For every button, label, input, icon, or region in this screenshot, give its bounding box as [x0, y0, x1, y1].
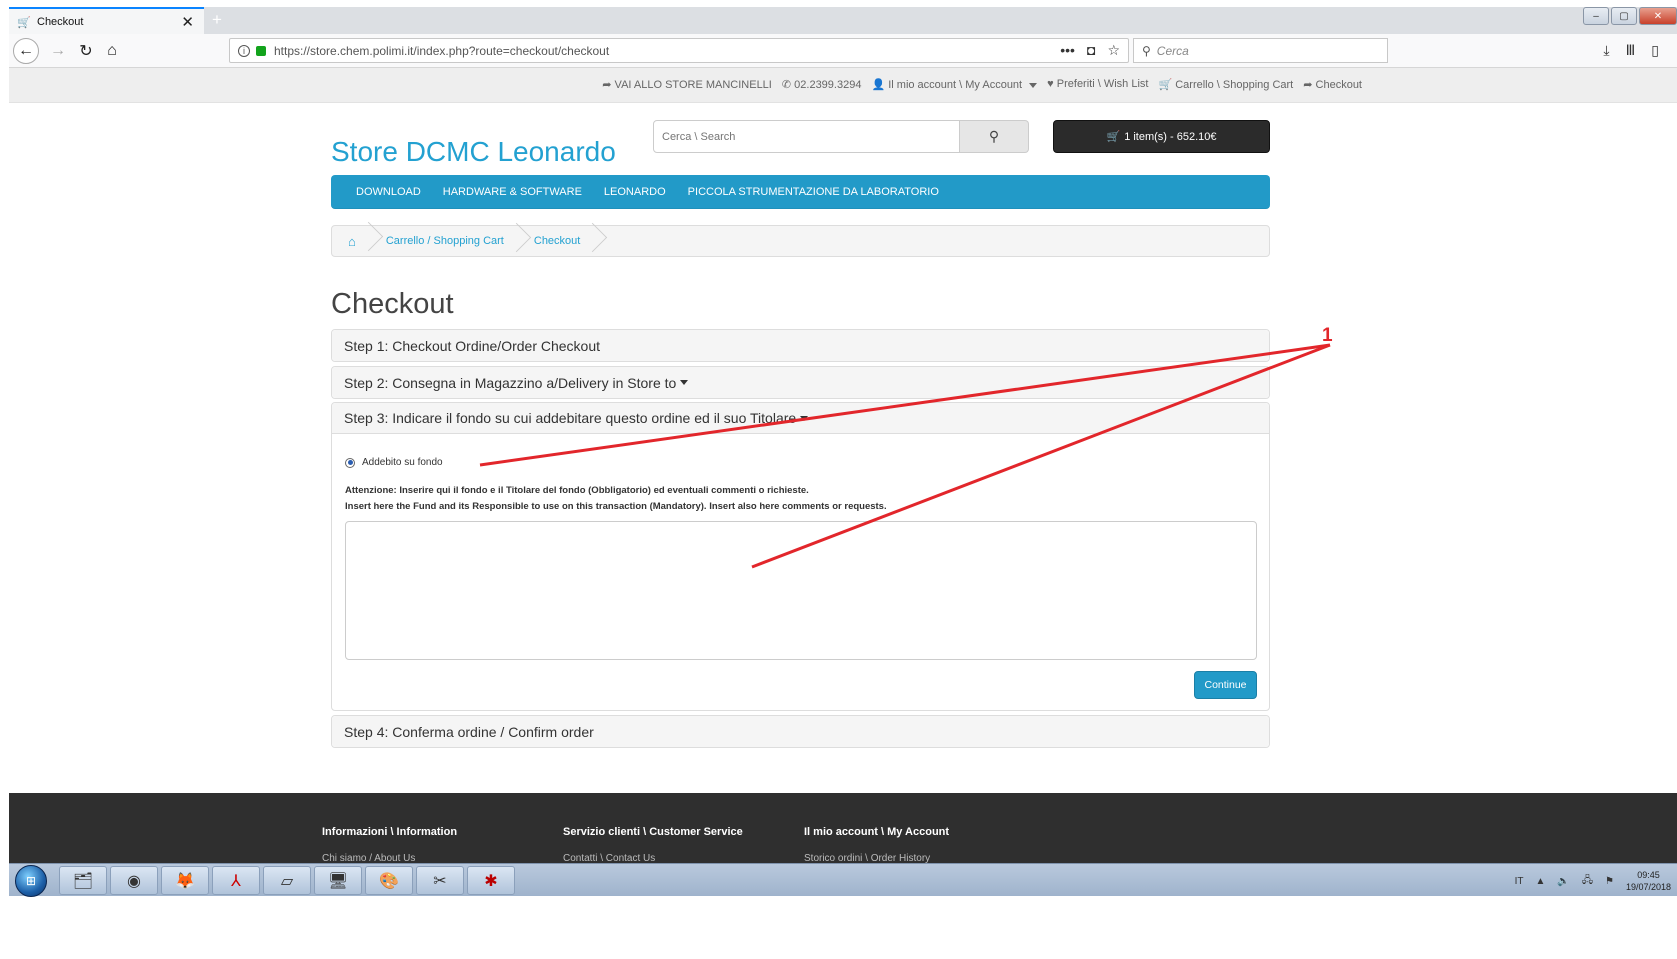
step3-panel: Step 3: Indicare il fondo su cui addebit… — [331, 402, 1270, 711]
footer-col-my-account: Il mio account \ My Account Storico ordi… — [804, 826, 949, 866]
remote-desktop-taskbar-icon[interactable]: 🖥 — [314, 866, 362, 895]
notice-line-2: Insert here the Fund and its Responsible… — [345, 501, 887, 512]
maximize-button[interactable]: ▢ — [1611, 7, 1637, 25]
reload-icon[interactable]: ↻ — [73, 38, 99, 64]
footer-col-information: Informazioni \ Information Chi siamo / A… — [322, 826, 457, 866]
site-search-input[interactable] — [653, 120, 960, 153]
system-tray: IT ▲ 🔈 🖧 ⚑ 09:45 19/07/2018 — [1515, 869, 1671, 893]
app-taskbar-icon[interactable]: ✱ — [467, 866, 515, 895]
cart-summary: 1 item(s) - 652.10€ — [1124, 130, 1217, 143]
site-footer: Informazioni \ Information Chi siamo / A… — [9, 793, 1677, 868]
sidebar-icon[interactable]: ▯ — [1651, 42, 1659, 59]
tray-arrow-icon[interactable]: ▲ — [1535, 876, 1545, 887]
clock-date: 19/07/2018 — [1625, 882, 1671, 892]
home-icon[interactable]: ⌂ — [348, 234, 386, 249]
step4-panel: Step 4: Conferma ordine / Confirm order — [331, 715, 1270, 748]
explorer-taskbar-icon[interactable]: 🗂 — [59, 866, 107, 895]
footer-col-customer-service: Servizio clienti \ Customer Service Cont… — [563, 826, 743, 866]
page-title: Checkout — [331, 288, 454, 320]
language-indicator[interactable]: IT — [1515, 876, 1524, 887]
back-icon[interactable]: ← — [13, 38, 39, 64]
library-icon[interactable]: Ⅲ — [1626, 42, 1636, 59]
browser-tab-bar: 🛒 Checkout ✕ + – ▢ ✕ — [9, 7, 1677, 34]
fund-radio[interactable] — [345, 457, 355, 468]
step2-heading[interactable]: Step 2: Consegna in Magazzino a/Delivery… — [332, 367, 1269, 398]
step3-heading[interactable]: Step 3: Indicare il fondo su cui addebit… — [332, 403, 1269, 434]
wishlist-link[interactable]: ♥ Preferiti \ Wish List — [1047, 78, 1148, 91]
phone-link[interactable]: ✆ 02.2399.3294 — [782, 78, 862, 91]
volume-icon[interactable]: 🔈 — [1557, 876, 1569, 887]
windows-taskbar: ⊞ 🗂 ◉ 🦊 ⅄ ▱ 🖥 🎨 ✂ ✱ IT ▲ 🔈 🖧 ⚑ 09:45 19/… — [9, 863, 1677, 897]
search-icon: ⚲ — [988, 128, 1000, 144]
footer-heading: Servizio clienti \ Customer Service — [563, 826, 743, 838]
search-button[interactable]: ⚲ — [960, 120, 1029, 153]
cart-icon: 🛒 — [1106, 131, 1121, 143]
checkout-link[interactable]: ➦ Checkout — [1303, 78, 1362, 91]
window-controls: – ▢ ✕ — [1583, 7, 1677, 25]
caret-down-icon — [800, 415, 809, 421]
browser-search-placeholder: Cerca — [1156, 43, 1189, 58]
search-icon: ⚲ — [1142, 43, 1151, 58]
caret-down-icon — [680, 380, 689, 385]
home-icon[interactable]: ⌂ — [99, 38, 125, 64]
site-search: ⚲ — [653, 120, 1029, 153]
menu-item-piccola-strumentazione[interactable]: PICCOLA STRUMENTAZIONE DA LABORATORIO — [677, 186, 950, 198]
breadcrumb: ⌂ Carrello / Shopping Cart Checkout — [331, 225, 1270, 257]
info-icon[interactable]: i — [238, 44, 250, 57]
footer-heading: Informazioni \ Information — [322, 826, 458, 838]
firefox-taskbar-icon[interactable]: 🦊 — [161, 866, 209, 895]
fund-radio-label: Addebito su fondo — [362, 457, 443, 468]
more-icon[interactable]: ••• — [1060, 42, 1075, 59]
new-tab-icon[interactable]: + — [212, 10, 222, 30]
clock-time: 09:45 — [1637, 870, 1660, 880]
continue-button[interactable]: Continue — [1194, 671, 1257, 699]
account-link[interactable]: 👤 Il mio account \ My Account — [871, 78, 1038, 91]
cart-favicon-icon: 🛒 — [17, 16, 31, 29]
snipping-taskbar-icon[interactable]: ✂ — [416, 866, 464, 895]
menu-item-leonardo[interactable]: LEONARDO — [593, 186, 677, 198]
breadcrumb-cart[interactable]: Carrello / Shopping Cart — [386, 235, 534, 247]
flag-icon[interactable]: ⚑ — [1605, 876, 1614, 887]
chrome-taskbar-icon[interactable]: ◉ — [110, 866, 158, 895]
comment-textarea[interactable] — [345, 521, 1257, 660]
acrobat-taskbar-icon[interactable]: ⅄ — [212, 866, 260, 895]
fund-radio-option[interactable]: Addebito su fondo — [345, 457, 443, 468]
browser-nav-bar: ← → ↻ ⌂ i https://store.chem.polimi.it/i… — [9, 34, 1677, 68]
bookmark-star-icon[interactable]: ☆ — [1107, 42, 1120, 59]
paint-taskbar-icon[interactable]: 🎨 — [365, 866, 413, 895]
step2-panel: Step 2: Consegna in Magazzino a/Delivery… — [331, 366, 1270, 399]
shopping-cart-link[interactable]: 🛒 Carrello \ Shopping Cart — [1158, 78, 1293, 91]
minimize-button[interactable]: – — [1583, 7, 1609, 25]
main-menu: DOWNLOAD HARDWARE & SOFTWARE LEONARDO PI… — [331, 175, 1270, 209]
store-link[interactable]: ➦ VAI ALLO STORE MANCINELLI — [602, 78, 772, 91]
step4-heading[interactable]: Step 4: Conferma ordine / Confirm order — [332, 716, 1269, 747]
site-top-bar: ➦ VAI ALLO STORE MANCINELLI ✆ 02.2399.32… — [9, 68, 1677, 103]
url-bar[interactable]: i https://store.chem.polimi.it/index.php… — [229, 38, 1129, 63]
pocket-icon[interactable]: ◘ — [1087, 42, 1095, 59]
browser-search-input[interactable]: ⚲ Cerca — [1133, 38, 1388, 63]
network-icon[interactable]: 🖧 — [1582, 873, 1593, 890]
close-window-button[interactable]: ✕ — [1639, 7, 1677, 25]
notice-line-1: Attenzione: Inserire qui il fondo e il T… — [345, 485, 809, 496]
fund-notice: Attenzione: Inserire qui il fondo e il T… — [345, 483, 887, 515]
step1-heading[interactable]: Step 1: Checkout Ordine/Order Checkout — [332, 330, 1269, 361]
close-tab-icon[interactable]: ✕ — [181, 13, 194, 31]
browser-tab[interactable]: 🛒 Checkout ✕ — [9, 7, 204, 34]
footer-heading: Il mio account \ My Account — [804, 826, 950, 838]
menu-item-hardware-software[interactable]: HARDWARE & SOFTWARE — [432, 186, 593, 198]
download-icon[interactable]: ⤓ — [1603, 42, 1609, 59]
cart-button[interactable]: 🛒 1 item(s) - 652.10€ — [1053, 120, 1270, 153]
url-text: https://store.chem.polimi.it/index.php?r… — [274, 43, 610, 58]
clock[interactable]: 09:45 19/07/2018 — [1626, 869, 1671, 893]
site-logo[interactable]: Store DCMC Leonardo — [331, 136, 616, 168]
lock-icon — [256, 45, 266, 56]
step1-panel: Step 1: Checkout Ordine/Order Checkout — [331, 329, 1270, 362]
tab-title: Checkout — [37, 15, 84, 28]
start-button[interactable]: ⊞ — [15, 865, 47, 897]
breadcrumb-checkout[interactable]: Checkout — [534, 235, 610, 247]
annotation-label: 1 — [1322, 325, 1333, 346]
notes-taskbar-icon[interactable]: ▱ — [263, 866, 311, 895]
menu-item-download[interactable]: DOWNLOAD — [345, 186, 432, 198]
forward-icon[interactable]: → — [45, 38, 71, 64]
